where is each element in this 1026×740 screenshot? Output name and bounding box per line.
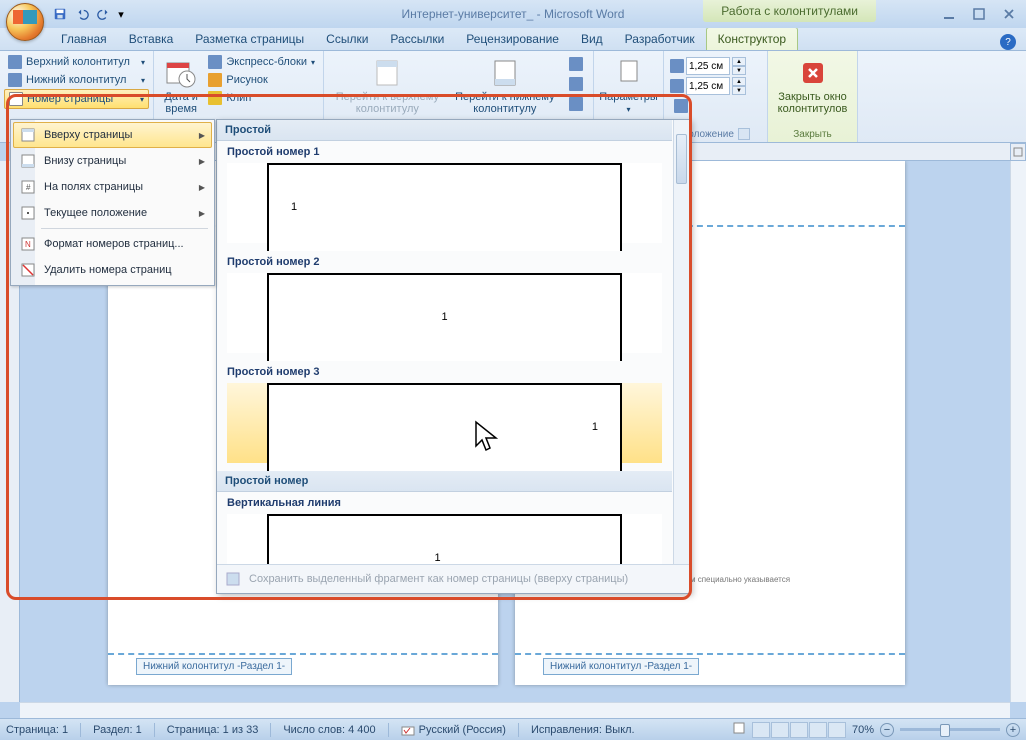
nav3[interactable] [565,95,587,113]
view-buttons [752,722,846,738]
gallery-category: Простой номер [217,471,672,492]
zoom-slider[interactable] [900,728,1000,731]
tab-view[interactable]: Вид [570,28,614,50]
save-selection-item: Сохранить выделенный фрагмент как номер … [217,564,690,593]
status-section[interactable]: Раздел: 1 [93,724,142,736]
gallery-item[interactable]: 1 [227,514,662,564]
ruler-toggle-icon[interactable] [1010,143,1026,161]
gallery-item[interactable]: 1 [227,273,662,353]
vertical-scrollbar[interactable] [1010,161,1026,702]
status-page[interactable]: Страница: 1 [6,724,68,736]
gallery-item-title: Простой номер 3 [217,361,672,383]
close-hf-button[interactable]: Закрыть окно колонтитулов [772,53,853,119]
gallery-item-title: Простой номер 1 [217,141,672,163]
full-screen-view[interactable] [771,722,789,738]
goto-footer-button[interactable]: Перейти к нижнему колонтитулу [447,53,563,119]
help-icon[interactable]: ? [1000,34,1016,50]
svg-text:N: N [25,240,31,249]
top-of-page-item[interactable]: Вверху страницы▶ [13,122,212,148]
header-button[interactable]: Верхний колонтитул▾ [4,53,149,71]
horizontal-scrollbar[interactable] [20,702,1010,718]
save-icon [225,571,241,587]
tab-home[interactable]: Главная [50,28,118,50]
options-button[interactable]: Параметры▾ [598,53,659,118]
status-bar: Страница: 1 Раздел: 1 Страница: 1 из 33 … [0,718,1026,740]
insert-tab[interactable] [670,97,761,115]
page-number-button[interactable]: Номер страницы▾ [4,89,149,109]
outline-view[interactable] [809,722,827,738]
nav1[interactable] [565,55,587,73]
svg-text:#: # [26,183,31,192]
dialog-launcher-icon[interactable] [738,128,750,140]
status-track[interactable]: Исправления: Выкл. [531,724,635,736]
remove-numbers-item[interactable]: Удалить номера страниц [13,257,212,283]
page-number-gallery: Простой Простой номер 1 1 Простой номер … [216,119,691,594]
page-number-menu: Вверху страницы▶ Внизу страницы▶ #На пол… [10,119,215,286]
tab-page-layout[interactable]: Разметка страницы [184,28,315,50]
quick-parts-button[interactable]: Экспресс-блоки▾ [204,53,319,71]
save-icon[interactable] [50,4,70,24]
zoom-in-icon[interactable]: + [1006,723,1020,737]
gallery-scrollbar[interactable] [673,120,690,564]
nav2[interactable] [565,75,587,93]
date-time-button[interactable]: Дата и время [158,53,204,119]
redo-icon[interactable] [94,4,114,24]
tab-insert[interactable]: Вставка [118,28,185,50]
macro-icon[interactable] [732,721,746,738]
footer-distance[interactable]: ▲▼ [670,77,761,95]
qat-dropdown-icon[interactable]: ▾ [116,4,126,24]
tab-references[interactable]: Ссылки [315,28,379,50]
gallery-item-selected[interactable]: 1 [227,383,662,463]
window-title: Интернет-университет_ - Microsoft Word [402,7,625,21]
tab-review[interactable]: Рецензирование [455,28,570,50]
context-tab-group: Работа с колонтитулами [703,0,876,22]
maximize-icon[interactable] [970,6,988,22]
tab-developer[interactable]: Разработчик [614,28,706,50]
gallery-item-title: Простой номер 2 [217,251,672,273]
gallery-item[interactable]: 1 [227,163,662,243]
footer-button[interactable]: Нижний колонтитул▾ [4,71,149,89]
status-pages[interactable]: Страница: 1 из 33 [167,724,259,736]
picture-button[interactable]: Рисунок [204,71,319,89]
print-layout-view[interactable] [752,722,770,738]
bottom-of-page-item[interactable]: Внизу страницы▶ [13,148,212,174]
status-words[interactable]: Число слов: 4 400 [283,724,375,736]
close-icon[interactable] [1000,6,1018,22]
zoom-out-icon[interactable]: − [880,723,894,737]
ribbon-tabs: Главная Вставка Разметка страницы Ссылки… [0,28,1026,51]
undo-icon[interactable] [72,4,92,24]
page-margins-item[interactable]: #На полях страницы▶ [13,174,212,200]
format-numbers-item[interactable]: NФормат номеров страниц... [13,231,212,257]
gallery-item-title: Вертикальная линия [217,492,672,514]
minimize-icon[interactable] [940,6,958,22]
quick-access-toolbar: ▾ [50,4,126,24]
header-distance[interactable]: ▲▼ [670,57,761,75]
status-lang[interactable]: Русский (Россия) [401,723,506,737]
group-label: Закрыть [772,127,853,142]
web-layout-view[interactable] [790,722,808,738]
footer-tag: Нижний колонтитул -Раздел 1- [136,658,292,675]
draft-view[interactable] [828,722,846,738]
tab-mailings[interactable]: Рассылки [379,28,455,50]
footer-tag: Нижний колонтитул -Раздел 1- [543,658,699,675]
gallery-category: Простой [217,120,672,141]
title-bar: ▾ Интернет-университет_ - Microsoft Word… [0,0,1026,28]
office-button[interactable] [6,3,44,41]
tab-design[interactable]: Конструктор [706,27,798,50]
clip-button[interactable]: Клип [204,89,319,107]
current-position-item[interactable]: Текущее положение▶ [13,200,212,226]
zoom-level[interactable]: 70% [852,724,874,736]
goto-header-button[interactable]: Перейти к верхнему колонтитулу [328,53,447,119]
